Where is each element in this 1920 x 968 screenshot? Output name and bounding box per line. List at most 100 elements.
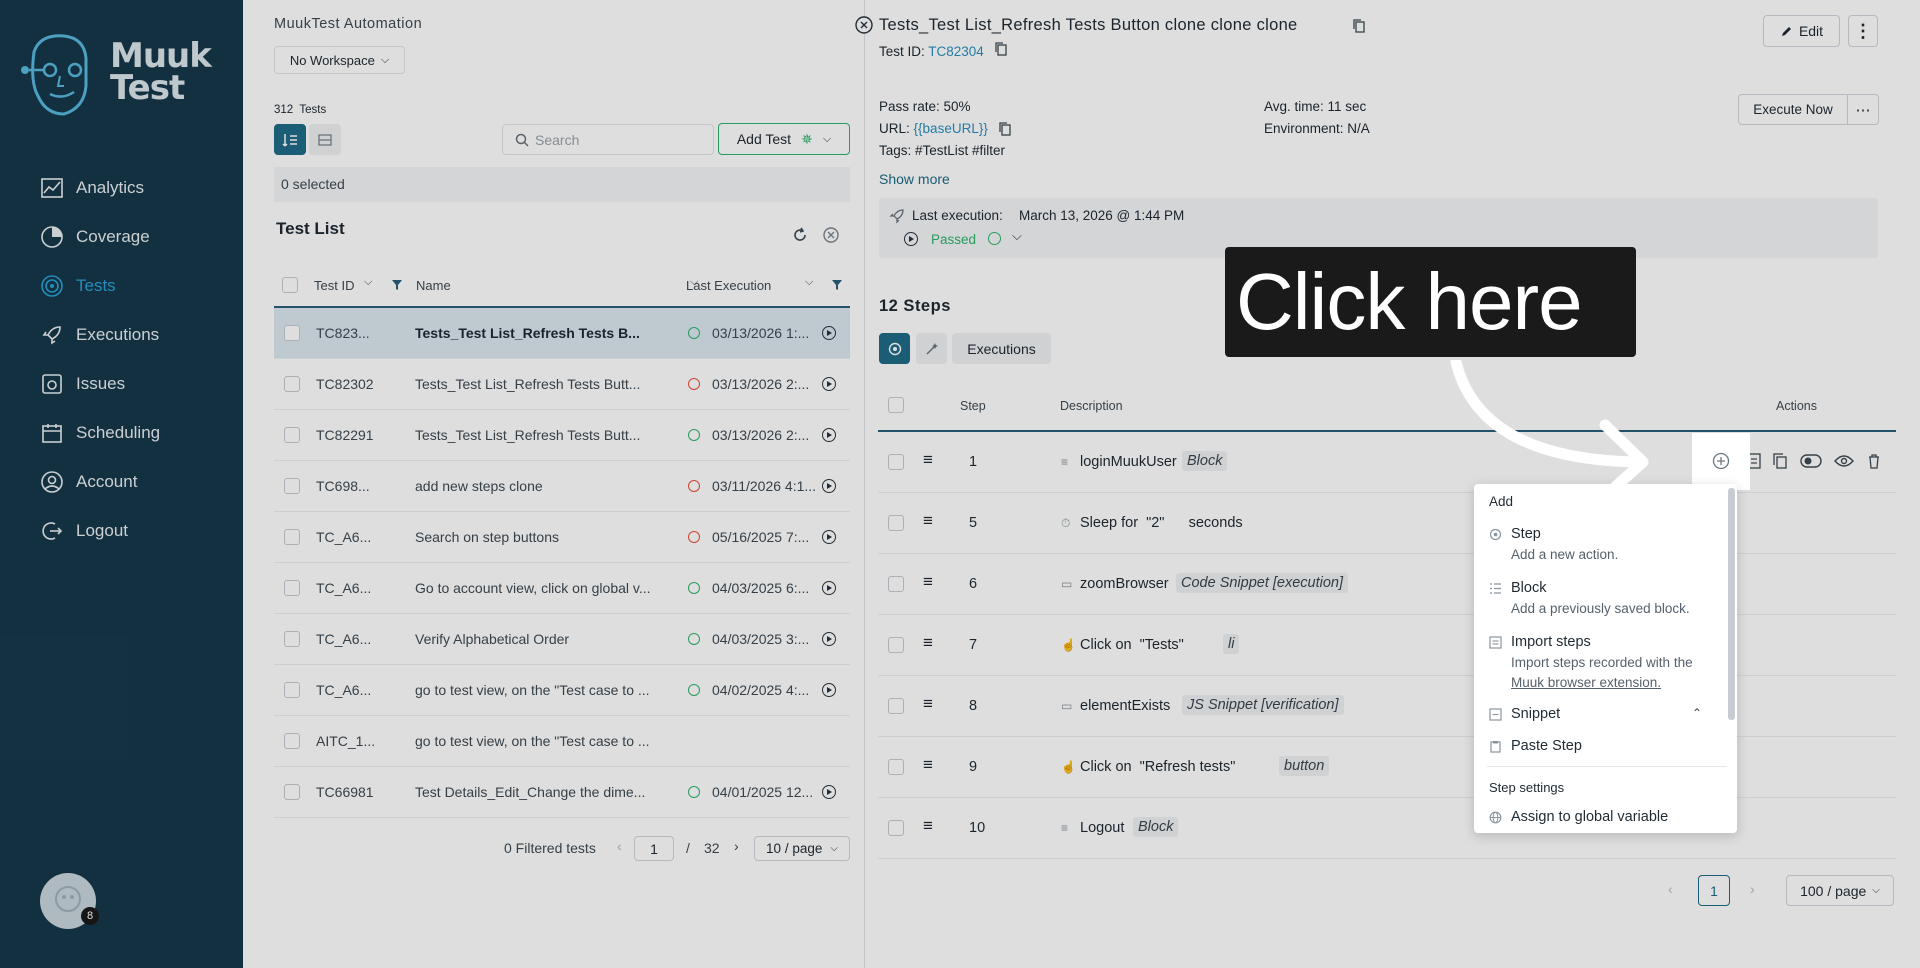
list-view-toggle[interactable] <box>274 124 306 155</box>
table-row[interactable]: TC66981 Test Details_Edit_Change the dime… <box>274 767 850 818</box>
table-row[interactable]: TC823... Tests_Test List_Refresh Tests B.… <box>274 308 850 359</box>
test-name-cell[interactable]: add new steps clone <box>415 478 665 494</box>
add-menu-scrollbar[interactable] <box>1728 488 1735 720</box>
table-row[interactable]: TC698... add new steps clone 03/11/2026 4:… <box>274 461 850 512</box>
test-name-cell[interactable]: Go to account view, click on global v... <box>415 580 665 596</box>
url-value[interactable]: {{baseURL}} <box>914 121 988 136</box>
column-header-test-id[interactable]: Test ID <box>314 278 354 293</box>
table-row[interactable]: TC82291 Tests_Test List_Refresh Tests But… <box>274 410 850 461</box>
drag-handle-icon[interactable]: ≡ <box>923 755 933 775</box>
drag-handle-icon[interactable]: ≡ <box>923 572 933 592</box>
sidebar-item-account[interactable]: Account <box>40 470 137 494</box>
drag-handle-icon[interactable]: ≡ <box>923 633 933 653</box>
run-test-icon[interactable] <box>822 683 836 697</box>
column-header-last-execution[interactable]: Last Execution <box>686 278 771 293</box>
run-test-icon[interactable] <box>822 632 836 646</box>
trash-icon[interactable] <box>1867 453 1881 469</box>
copy-icon[interactable] <box>1353 19 1365 33</box>
chevron-down-icon[interactable]: ⌵ <box>1012 228 1022 244</box>
table-row[interactable]: TC_A6... go to test view, on the "Test ca… <box>274 665 850 716</box>
drag-handle-icon[interactable]: ≡ <box>923 694 933 714</box>
search-input[interactable]: Search <box>502 124 714 155</box>
run-test-icon[interactable] <box>822 785 836 799</box>
page-size-select[interactable]: 10 / page ⌵ <box>754 836 850 861</box>
grid-view-toggle[interactable] <box>309 124 341 155</box>
eye-icon[interactable] <box>1834 454 1854 468</box>
show-more-link[interactable]: Show more <box>879 171 950 187</box>
executions-tab[interactable]: Executions <box>952 333 1051 364</box>
test-name-cell[interactable]: Tests_Test List_Refresh Tests Butt... <box>415 376 665 392</box>
filter-icon[interactable] <box>831 279 843 291</box>
step-row[interactable]: ≡ 9 ☝ Click on "Refresh tests" button <box>878 737 1896 798</box>
edit-button[interactable]: Edit <box>1763 15 1840 47</box>
sidebar-item-executions[interactable]: Executions <box>40 323 159 347</box>
close-detail-icon[interactable] <box>855 16 873 34</box>
clear-filters-icon[interactable] <box>822 226 840 244</box>
prev-page-icon[interactable]: ‹ <box>617 838 622 854</box>
workspace-select[interactable]: No Workspace ⌵ <box>274 46 405 74</box>
test-name-cell[interactable]: Test Details_Edit_Change the dime... <box>415 784 665 800</box>
step-checkbox[interactable] <box>888 759 904 775</box>
sidebar-item-logout[interactable]: Logout <box>40 519 128 543</box>
add-step-plus-icon[interactable] <box>1712 452 1730 470</box>
row-checkbox[interactable] <box>284 631 300 647</box>
sort-down-icon[interactable]: ⌵ <box>805 276 813 289</box>
drag-handle-icon[interactable]: ≡ <box>923 816 933 836</box>
test-name-cell[interactable]: Tests_Test List_Refresh Tests B... <box>415 325 665 341</box>
page-1-button[interactable]: 1 <box>1698 875 1730 906</box>
test-name-cell[interactable]: go to test view, on the "Test case to ..… <box>415 733 665 749</box>
row-checkbox[interactable] <box>284 376 300 392</box>
steps-view-button[interactable] <box>879 333 910 364</box>
more-options-button[interactable]: ⋮ <box>1848 15 1878 47</box>
run-test-icon[interactable] <box>822 581 836 595</box>
menu-item-paste-step[interactable]: Paste Step <box>1487 736 1727 760</box>
row-checkbox[interactable] <box>284 325 300 341</box>
refresh-icon[interactable] <box>791 226 809 244</box>
page-input[interactable]: 1 <box>634 836 674 861</box>
muuktest-logo[interactable]: Muuk Test <box>20 30 225 120</box>
row-checkbox[interactable] <box>284 682 300 698</box>
step-checkbox[interactable] <box>888 820 904 836</box>
sidebar-item-issues[interactable]: Issues <box>40 372 125 396</box>
step-checkbox[interactable] <box>888 454 904 470</box>
test-name-cell[interactable]: go to test view, on the "Test case to ..… <box>415 682 665 698</box>
step-checkbox[interactable] <box>888 576 904 592</box>
test-name-cell[interactable]: Tests_Test List_Refresh Tests Butt... <box>415 427 665 443</box>
next-page-icon[interactable]: › <box>734 838 739 854</box>
step-checkbox[interactable] <box>888 698 904 714</box>
run-test-icon[interactable] <box>822 530 836 544</box>
play-icon[interactable] <box>904 232 918 246</box>
copy-icon[interactable] <box>995 42 1007 56</box>
column-header-name[interactable]: Name <box>416 278 451 293</box>
browser-extension-link[interactable]: Muuk browser extension. <box>1511 675 1661 690</box>
test-name-cell[interactable]: Search on step buttons <box>415 529 665 545</box>
run-test-icon[interactable] <box>822 377 836 391</box>
run-test-icon[interactable] <box>822 428 836 442</box>
toggle-icon[interactable] <box>1800 454 1822 468</box>
sidebar-item-tests[interactable]: Tests <box>40 274 116 298</box>
run-test-icon[interactable] <box>822 326 836 340</box>
table-row[interactable]: TC_A6... Verify Alphabetical Order 04/03/2… <box>274 614 850 665</box>
menu-item-snippet[interactable]: Snippet ⌃ <box>1487 704 1727 728</box>
steps-page-size-select[interactable]: 100 / page ⌵ <box>1786 875 1894 906</box>
menu-item-step[interactable]: Step Add a new action. <box>1487 524 1727 568</box>
filter-icon[interactable] <box>391 279 403 291</box>
step-row[interactable]: ≡ 8 ▭ elementExists JS Snippet [verification… <box>878 676 1896 737</box>
row-checkbox[interactable] <box>284 529 300 545</box>
row-checkbox[interactable] <box>284 478 300 494</box>
step-row[interactable]: ≡ 10 ≡ Logout Block <box>878 798 1896 859</box>
drag-handle-icon[interactable]: ≡ <box>923 450 933 470</box>
sidebar-item-coverage[interactable]: Coverage <box>40 225 150 249</box>
row-checkbox[interactable] <box>284 733 300 749</box>
sidebar-item-analytics[interactable]: Analytics <box>40 176 144 200</box>
step-checkbox[interactable] <box>888 515 904 531</box>
select-all-steps-checkbox[interactable] <box>888 397 904 413</box>
add-test-button[interactable]: Add Test ✵ ⌵ <box>718 123 850 155</box>
avatar[interactable]: 8 <box>40 873 99 929</box>
copy-icon[interactable] <box>999 122 1011 136</box>
sort-down-icon[interactable]: ⌵ <box>364 276 372 289</box>
next-page-icon[interactable]: › <box>1750 881 1755 897</box>
table-row[interactable]: TC_A6... Go to account view, click on glo… <box>274 563 850 614</box>
table-row[interactable]: AITC_1... go to test view, on the "Test c… <box>274 716 850 767</box>
table-row[interactable]: TC_A6... Search on step buttons 05/16/2025… <box>274 512 850 563</box>
